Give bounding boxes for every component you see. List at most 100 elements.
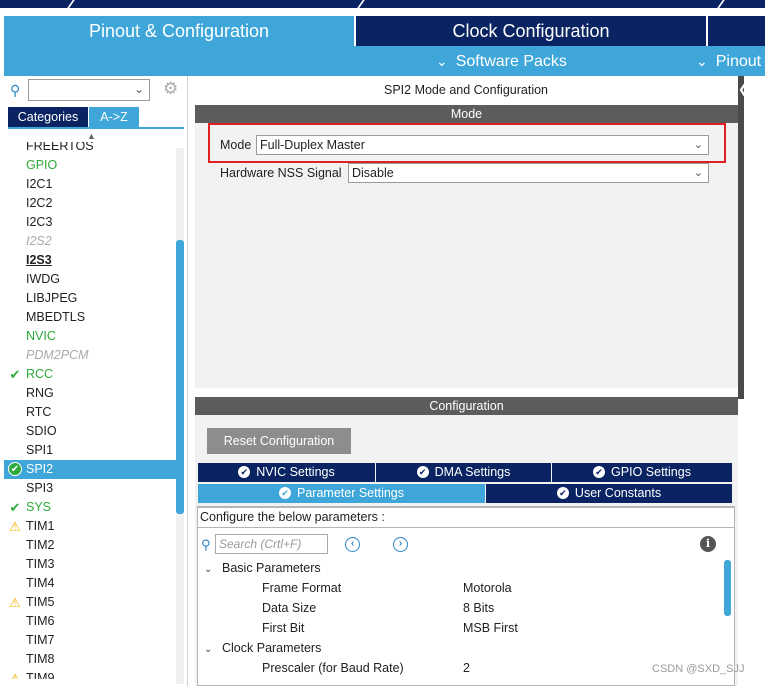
tab-label: Parameter Settings	[297, 486, 404, 500]
sidebar-item-i2s3[interactable]: I2S3	[4, 251, 176, 270]
check-circle-icon: ✔	[279, 486, 291, 499]
sidebar-item-i2s2[interactable]: I2S2	[4, 232, 176, 251]
pinout-menu-label: Pinout	[715, 53, 762, 70]
mode-select-value: Full-Duplex Master	[260, 138, 365, 152]
check-icon: ✔	[8, 462, 22, 476]
collapse-arrow-icon[interactable]: ❮	[738, 82, 748, 96]
sidebar-item-tim7[interactable]: TIM7	[4, 631, 176, 650]
sidebar-item-i2c1[interactable]: I2C1	[4, 175, 176, 194]
sidebar-item-tim6[interactable]: TIM6	[4, 612, 176, 631]
sidebar-item-label: TIM2	[26, 538, 55, 552]
param-value[interactable]: Motorola	[463, 581, 512, 595]
sidebar-item-rtc[interactable]: RTC	[4, 403, 176, 422]
parameter-search-input[interactable]: Search (Crtl+F)	[215, 534, 328, 554]
sidebar-item-tim8[interactable]: TIM8	[4, 650, 176, 669]
sidebar-item-label: TIM6	[26, 614, 55, 628]
check-circle-icon: ✔	[556, 486, 569, 499]
warning-icon: ⚠	[9, 671, 21, 679]
sidebar-item-label: I2C1	[26, 177, 53, 191]
tab-parameter-settings[interactable]: ✔ Parameter Settings	[198, 484, 485, 503]
sidebar-item-i2c3[interactable]: I2C3	[4, 213, 176, 232]
sidebar-item-label: TIM4	[26, 576, 55, 590]
tab-nvic-settings[interactable]: ✔ NVIC Settings	[198, 463, 375, 482]
software-packs-menu[interactable]: ⌄ Software Packs	[436, 46, 567, 76]
param-value[interactable]: 2	[463, 661, 470, 675]
tab-clock-configuration[interactable]: Clock Configuration	[356, 16, 706, 46]
tab-pinout-configuration[interactable]: Pinout & Configuration	[4, 16, 354, 46]
chevron-down-icon: ⌄	[204, 564, 213, 575]
sidebar-item-sys[interactable]: ✔ SYS	[4, 498, 176, 517]
previous-match-icon[interactable]: ‹	[345, 537, 360, 552]
tab-gpio-settings[interactable]: ✔ GPIO Settings	[552, 463, 732, 482]
param-value[interactable]: 8 Bits	[463, 601, 494, 615]
param-value[interactable]: MSB First	[463, 621, 518, 635]
sidebar-item-label: GPIO	[26, 158, 58, 172]
section-basic-parameters[interactable]: ⌄ Basic Parameters	[204, 561, 321, 575]
sidebar-item-freertos[interactable]: FREERTOS	[4, 142, 176, 156]
sidebar-item-sdio[interactable]: SDIO	[4, 422, 176, 441]
segment-underline	[8, 127, 184, 129]
sidebar-scroll-thumb[interactable]	[176, 240, 184, 514]
check-icon: ✔	[9, 500, 21, 515]
chevron-down-icon[interactable]: ⌄	[134, 82, 144, 96]
nss-select-value: Disable	[352, 166, 394, 180]
gear-icon[interactable]: ⚙	[163, 79, 178, 99]
sidebar-item-label: TIM1	[26, 519, 55, 533]
sidebar-item-label: I2C3	[26, 215, 53, 229]
sidebar-item-tim3[interactable]: TIM3	[4, 555, 176, 574]
section-clock-parameters[interactable]: ⌄ Clock Parameters	[204, 641, 321, 655]
mode-label: Mode	[220, 138, 252, 152]
nss-select[interactable]: Disable ⌄	[348, 163, 709, 183]
next-match-icon[interactable]: ›	[393, 537, 408, 552]
sidebar-item-pdm2pcm[interactable]: PDM2PCM	[4, 346, 176, 365]
sidebar-item-tim9[interactable]: ⚠ TIM9	[4, 669, 176, 679]
configuration-section-header: Configuration	[195, 397, 738, 415]
sidebar-item-label: MBEDTLS	[26, 310, 86, 324]
a-z-tab[interactable]: A->Z	[89, 107, 139, 127]
parameters-scroll-thumb[interactable]	[724, 560, 731, 616]
sidebar-item-label: TIM3	[26, 557, 55, 571]
sidebar-item-i2c2[interactable]: I2C2	[4, 194, 176, 213]
sidebar-item-nvic[interactable]: NVIC	[4, 327, 176, 346]
sidebar-item-spi3[interactable]: SPI3	[4, 479, 176, 498]
tab-overflow[interactable]	[708, 16, 765, 46]
sidebar-item-tim4[interactable]: TIM4	[4, 574, 176, 593]
sub-toolbar	[4, 46, 765, 76]
sidebar-item-rng[interactable]: RNG	[4, 384, 176, 403]
sidebar-item-label: TIM7	[26, 633, 55, 647]
nss-label: Hardware NSS Signal	[220, 166, 342, 180]
sidebar-item-tim5[interactable]: ⚠ TIM5	[4, 593, 176, 612]
sidebar-item-mbedtls[interactable]: MBEDTLS	[4, 308, 176, 327]
mode-select[interactable]: Full-Duplex Master ⌄	[256, 135, 709, 155]
sidebar-item-label: IWDG	[26, 272, 61, 286]
sidebar-item-iwdg[interactable]: IWDG	[4, 270, 176, 289]
sidebar-item-label: SPI3	[26, 481, 54, 495]
param-name: Frame Format	[262, 581, 342, 595]
sidebar-item-spi1[interactable]: SPI1	[4, 441, 176, 460]
check-circle-icon: ✔	[416, 465, 429, 478]
chevron-down-icon: ⌄	[693, 167, 703, 179]
sidebar-item-gpio[interactable]: GPIO	[4, 156, 176, 175]
info-icon[interactable]: i	[700, 536, 716, 552]
sidebar-item-label: LIBJPEG	[26, 291, 78, 305]
sidebar-item-spi2[interactable]: ✔ SPI2	[4, 460, 176, 479]
sidebar-search-input[interactable]: ⌄	[28, 79, 150, 101]
sidebar-item-tim2[interactable]: TIM2	[4, 536, 176, 555]
top-strip	[0, 0, 765, 8]
scroll-up-icon[interactable]: ▲	[87, 131, 96, 141]
sidebar-item-libjpeg[interactable]: LIBJPEG	[4, 289, 176, 308]
sidebar-item-rcc[interactable]: ✔ RCC	[4, 365, 176, 384]
configure-parameters-label: Configure the below parameters :	[197, 507, 735, 528]
reset-configuration-button[interactable]: Reset Configuration	[207, 428, 351, 454]
search-icon: ⚲	[10, 82, 21, 98]
categories-tab[interactable]: Categories	[8, 107, 88, 127]
warning-icon: ⚠	[9, 519, 21, 534]
collapse-strip[interactable]	[738, 76, 744, 399]
tab-dma-settings[interactable]: ✔ DMA Settings	[376, 463, 551, 482]
chevron-down-icon: ⌄	[204, 644, 213, 655]
tab-label: GPIO Settings	[611, 465, 691, 479]
pinout-menu[interactable]: ⌄ Pinout	[696, 46, 761, 76]
tab-user-constants[interactable]: ✔ User Constants	[486, 484, 732, 503]
sidebar-item-label: RTC	[26, 405, 52, 419]
sidebar-item-tim1[interactable]: ⚠ TIM1	[4, 517, 176, 536]
